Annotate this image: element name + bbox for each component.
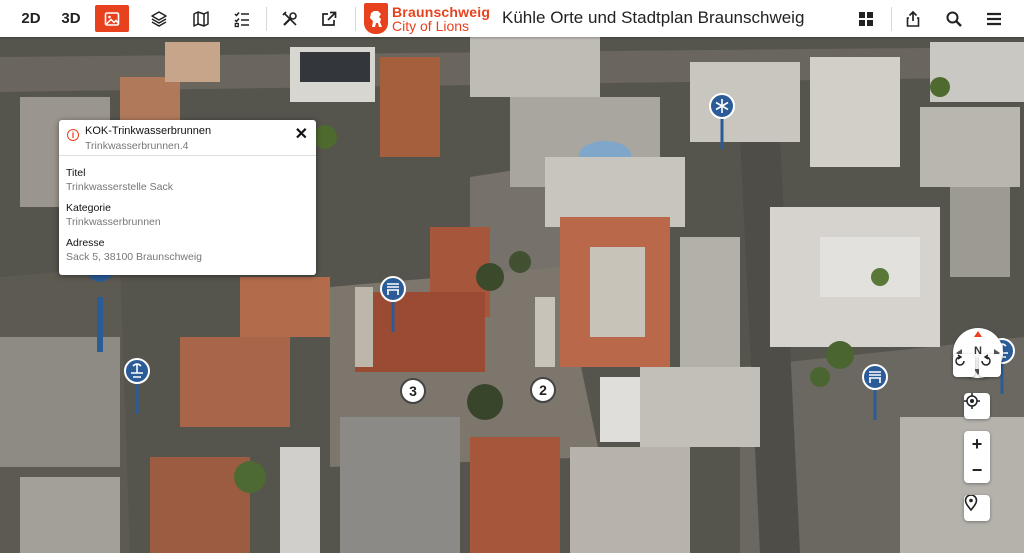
bench-icon [380,276,406,332]
search-icon [946,11,962,27]
image-view-button[interactable] [95,5,129,32]
feature-info-popup: i KOK-Trinkwasserbrunnen Trinkwasserbrun… [59,120,316,275]
search-button[interactable] [943,5,965,32]
field-value: Sack 5, 38100 Braunschweig [66,251,203,263]
zoom-out-button[interactable]: − [972,461,983,479]
crosshair-icon [964,393,980,409]
lion-shield-icon [364,3,388,34]
field-value: Trinkwasserstelle Sack [66,181,173,193]
logo-tagline: City of Lions [392,17,470,34]
location-pin-icon [82,267,118,352]
zoom-control: + − [964,431,990,483]
field-label: Titel [66,167,86,179]
rotate-left-button[interactable] [953,354,975,377]
list-check-icon [234,11,249,27]
zoom-in-button[interactable]: + [972,435,983,453]
map-application: 2D 3D Braunschweig City of Lions Kühle O… [0,0,1024,553]
tools-icon [282,10,297,26]
locate-me-button[interactable] [964,393,990,419]
popup-subtitle: Trinkwasserbrunnen.4 [85,140,189,152]
toolbar-divider [355,7,356,31]
snowflake-icon [709,93,735,149]
apps-button[interactable] [855,5,877,32]
cluster-badge[interactable]: 2 [530,377,556,403]
share-icon [906,10,920,27]
page-title: Kühle Orte und Stadtplan Braunschweig [502,8,805,27]
map-pin-icon [964,495,978,511]
external-link-icon [322,11,337,26]
map-icon [193,10,209,27]
field-label: Kategorie [66,202,111,214]
position-marker-button[interactable] [964,495,990,521]
share-button[interactable] [902,5,924,32]
rotate-left-icon [955,354,965,366]
toolbar: 2D 3D Braunschweig City of Lions Kühle O… [0,0,1024,37]
tools-button[interactable] [278,5,302,32]
cluster-badge[interactable]: 3 [400,378,426,404]
view-3d-button[interactable]: 3D [55,5,87,32]
fountain-icon [124,358,150,414]
popup-title: KOK-Trinkwasserbrunnen [85,125,212,137]
layers-button[interactable] [147,5,171,32]
open-external-button[interactable] [317,5,341,32]
rotate-right-icon [981,354,991,366]
map-canvas[interactable]: 3 2 N + − [0,37,1024,553]
field-value: Trinkwasserbrunnen [66,216,161,228]
view-2d-button[interactable]: 2D [15,5,47,32]
menu-button[interactable] [983,5,1005,32]
city-logo[interactable]: Braunschweig City of Lions [364,2,490,35]
image-icon [104,11,120,26]
map-button[interactable] [189,5,213,32]
layers-icon [151,10,167,27]
logo-name: Braunschweig [392,3,491,20]
menu-icon [987,12,1001,25]
toolbar-divider [891,7,892,31]
grid-icon [859,11,873,26]
aerial-photo [0,37,1024,553]
close-icon[interactable]: ✕ [295,127,308,143]
info-icon: i [67,129,79,141]
bench-icon [862,364,888,420]
rotate-right-button[interactable] [979,354,1001,377]
popup-header: i KOK-Trinkwasserbrunnen Trinkwasserbrun… [59,120,316,156]
field-label: Adresse [66,237,105,249]
toolbar-divider [266,7,267,31]
legend-button[interactable] [230,5,254,32]
